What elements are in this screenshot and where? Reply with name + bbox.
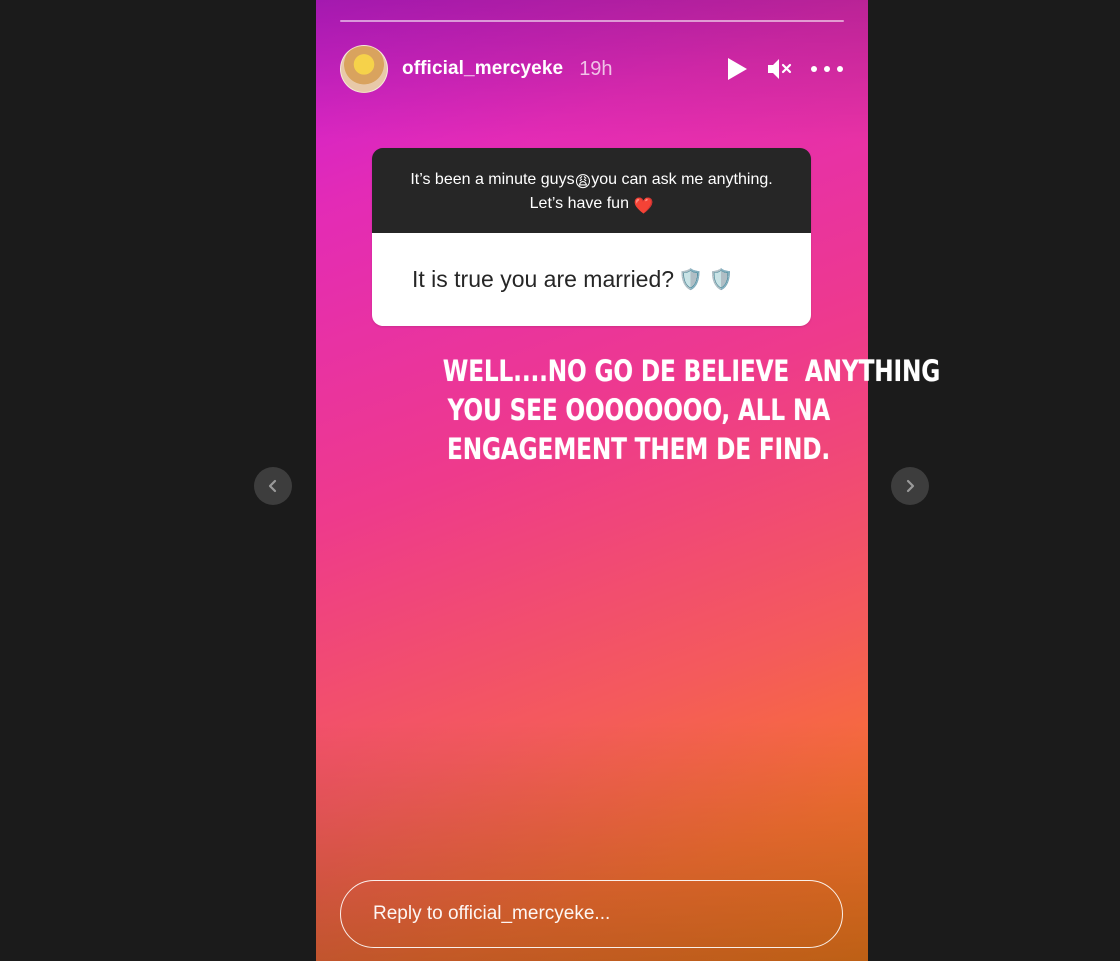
progress-segment xyxy=(340,20,844,22)
previous-story-button[interactable] xyxy=(254,467,292,505)
story-caption: WELL....NO GO DE BELIEVE ANYTHING YOU SE… xyxy=(442,352,941,469)
story-viewer: official_mercyeke 19h It’s been a minute… xyxy=(0,0,1120,961)
mute-button[interactable] xyxy=(766,57,792,81)
more-options-button[interactable] xyxy=(810,65,844,73)
prompt-text: It’s been a minute guys xyxy=(410,171,575,188)
question-text: It is true you are married? xyxy=(412,266,675,292)
question-prompt: It’s been a minute guys😩you can ask me a… xyxy=(372,148,811,233)
chevron-right-icon xyxy=(906,479,915,493)
more-icon xyxy=(811,66,843,72)
story-controls xyxy=(726,57,844,81)
post-time: 19h xyxy=(579,57,613,80)
story-frame[interactable]: official_mercyeke 19h xyxy=(316,0,868,961)
caption-line-1: WELL....NO GO DE BELIEVE ANYTHING xyxy=(442,354,941,388)
question-answer: It is true you are married? 🛡️ 🛡️ xyxy=(372,233,811,326)
avatar[interactable] xyxy=(340,45,388,93)
caption-line-2: YOU SEE OOOOOOOO, ALL NA xyxy=(447,393,831,427)
shield-emojis: 🛡️ 🛡️ xyxy=(678,269,734,291)
username[interactable]: official_mercyeke xyxy=(402,58,563,80)
reply-input[interactable] xyxy=(340,880,843,948)
chevron-left-icon xyxy=(268,479,277,493)
tired-face-emoji: 😩 xyxy=(574,174,592,191)
question-sticker: It’s been a minute guys😩you can ask me a… xyxy=(372,148,811,326)
story-progress-bar xyxy=(340,20,844,23)
heart-emoji: ❤️ xyxy=(633,198,654,215)
next-story-button[interactable] xyxy=(891,467,929,505)
play-icon xyxy=(728,58,747,80)
caption-line-3: ENGAGEMENT THEM DE FIND. xyxy=(447,432,830,466)
mute-icon xyxy=(768,59,792,79)
story-header: official_mercyeke 19h xyxy=(340,44,844,94)
play-button[interactable] xyxy=(726,57,748,81)
